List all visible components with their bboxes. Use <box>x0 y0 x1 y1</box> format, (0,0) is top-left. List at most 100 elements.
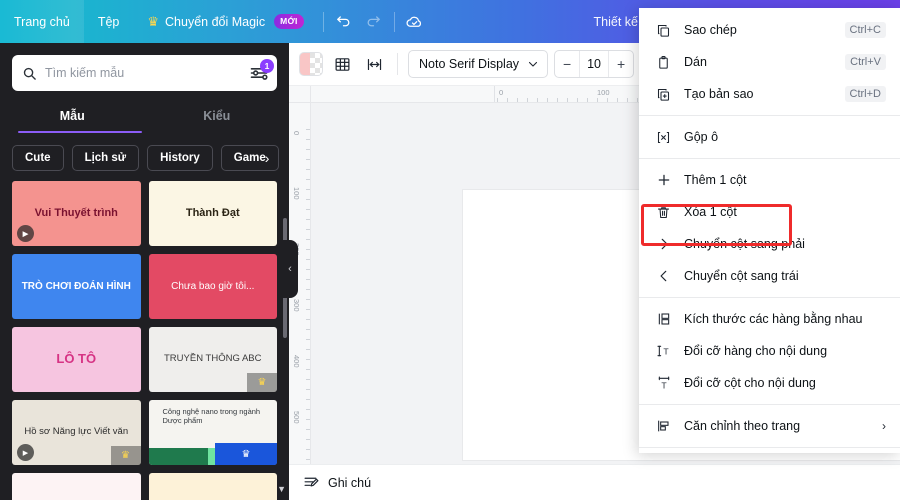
ruler-tick-label: 0 <box>292 131 301 136</box>
undo-button[interactable] <box>329 7 359 37</box>
cloud-saved-icon <box>406 16 422 27</box>
table-context-menu: Sao chép Ctrl+C Dán Ctrl+V Tạo bản sao C… <box>639 8 900 453</box>
table-grid-button[interactable] <box>329 51 355 77</box>
template-card[interactable] <box>148 473 277 500</box>
category-chips: Cute Lịch sử History Game › <box>0 133 289 181</box>
new-badge: MỚI <box>274 14 304 29</box>
ruler-tick-label: 100 <box>597 88 610 97</box>
svg-text:T: T <box>661 380 667 390</box>
notes-icon <box>304 477 319 487</box>
context-menu-label: Sao chép <box>684 23 737 37</box>
chip-cute[interactable]: Cute <box>12 145 64 171</box>
template-card[interactable]: Vui Thuyết trình ▶ <box>12 181 141 246</box>
filter-button[interactable]: 1 <box>249 59 274 83</box>
chevron-right-icon <box>655 236 672 253</box>
vertical-ruler[interactable]: 0 100 200 300 400 500 <box>289 103 311 500</box>
template-caption: LÔ TÔ <box>56 351 97 367</box>
ruler-tick-label: 0 <box>499 88 504 97</box>
fit-row-icon: T <box>655 343 672 360</box>
context-menu-item-move-column-right[interactable]: Chuyển cột sang phải <box>639 228 900 260</box>
context-menu-item-fit-column[interactable]: T Đổi cỡ cột cho nội dung <box>639 367 900 399</box>
template-caption: Chưa bao giờ tôi... <box>171 280 255 292</box>
paste-icon <box>655 54 672 71</box>
context-menu-item-move-column-left[interactable]: Chuyển cột sang trái <box>639 260 900 292</box>
crown-icon: ♛ <box>147 14 160 29</box>
chevron-right-icon[interactable]: › <box>265 150 270 166</box>
chip-lich-su[interactable]: Lịch sử <box>71 145 140 171</box>
font-size-decrease-button[interactable]: − <box>555 51 579 77</box>
context-menu-label: Đổi cỡ cột cho nội dung <box>684 376 816 390</box>
chip-history[interactable]: History <box>147 145 213 171</box>
font-family-select[interactable]: Noto Serif Display <box>408 50 549 78</box>
context-menu-item-fit-row[interactable]: T Đổi cỡ hàng cho nội dung <box>639 335 900 367</box>
context-menu-item-equal-rows[interactable]: Kích thước các hàng bằng nhau <box>639 303 900 335</box>
chip-game-label: Game <box>233 152 266 164</box>
template-card[interactable]: Thành Đạt <box>148 181 277 246</box>
sidebar-tabs: Mẫu Kiểu <box>0 103 289 133</box>
ruler-tick-label: 500 <box>292 411 301 424</box>
template-caption: Thành Đạt <box>185 207 240 220</box>
sidebar-collapse-button[interactable]: ‹ <box>282 240 298 298</box>
context-menu-item-delete-column[interactable]: Xóa 1 cột <box>639 196 900 228</box>
context-menu-divider <box>639 447 900 448</box>
context-menu-item-duplicate[interactable]: Tạo bản sao Ctrl+D <box>639 78 900 110</box>
menu-magic-switch[interactable]: ♛ Chuyển đổi Magic MỚI <box>133 0 317 43</box>
context-menu-item-merge-cells[interactable]: Gộp ô <box>639 121 900 153</box>
template-caption: Vui Thuyết trình <box>34 207 118 220</box>
crown-icon: ♛ <box>215 443 277 465</box>
search-input[interactable] <box>45 66 241 80</box>
plus-icon <box>655 172 672 189</box>
notes-label[interactable]: Ghi chú <box>328 476 371 490</box>
menu-file[interactable]: Tệp <box>84 0 134 43</box>
ruler-tick-label: 100 <box>292 187 301 200</box>
search-box[interactable]: 1 <box>12 55 277 91</box>
svg-text:T: T <box>663 346 669 356</box>
context-menu-divider <box>639 297 900 298</box>
template-card[interactable] <box>12 473 141 500</box>
cloud-saved-button[interactable] <box>400 7 430 37</box>
context-menu-item-add-column[interactable]: Thêm 1 cột <box>639 164 900 196</box>
tab-styles[interactable]: Kiểu <box>145 103 290 133</box>
font-size-value[interactable]: 10 <box>579 51 610 77</box>
menu-home[interactable]: Trang chủ <box>0 0 84 43</box>
chip-history-label: History <box>160 152 200 164</box>
caret-down-icon[interactable]: ▼ <box>277 484 286 494</box>
tab-styles-label: Kiểu <box>203 109 231 123</box>
template-card[interactable]: Chưa bao giờ tôi... <box>148 254 277 319</box>
chevron-down-icon <box>528 61 538 67</box>
template-card[interactable]: Công nghệ nano trong ngành Dược phẩm ♛ <box>148 400 277 465</box>
context-menu-label: Chuyển cột sang phải <box>684 237 805 251</box>
equal-rows-icon <box>655 311 672 328</box>
template-card[interactable]: TRUYỀN THÔNG ABC ♛ <box>148 327 277 392</box>
font-size-increase-button[interactable]: + <box>609 51 633 77</box>
menu-home-label: Trang chủ <box>14 14 70 29</box>
context-menu-label: Đổi cỡ hàng cho nội dung <box>684 344 828 358</box>
cell-color-swatch[interactable] <box>299 52 323 76</box>
canva-editor-window: Trang chủ Tệp ♛ Chuyển đổi Magic MỚI Thi… <box>0 0 900 500</box>
tab-templates[interactable]: Mẫu <box>0 103 145 133</box>
shortcut-label: Ctrl+C <box>844 22 886 38</box>
chip-game[interactable]: Game <box>220 145 279 171</box>
context-menu-item-paste[interactable]: Dán Ctrl+V <box>639 46 900 78</box>
font-size-stepper[interactable]: − 10 + <box>554 50 635 78</box>
ruler-tick-label: 300 <box>292 299 301 312</box>
context-menu-label: Kích thước các hàng bằng nhau <box>684 312 863 326</box>
context-menu-item-align-to-page[interactable]: Căn chỉnh theo trang › <box>639 410 900 442</box>
context-menu-divider <box>639 404 900 405</box>
redo-button[interactable] <box>359 7 389 37</box>
template-card[interactable]: Hồ sơ Năng lực Viết văn ▶ ♛ <box>12 400 141 465</box>
template-caption: Hồ sơ Năng lực Viết văn <box>24 426 129 438</box>
font-family-value: Noto Serif Display <box>419 57 520 71</box>
shortcut-label: Ctrl+V <box>845 54 886 70</box>
context-menu-label: Dán <box>684 55 707 69</box>
copy-icon <box>655 22 672 39</box>
column-width-button[interactable] <box>361 51 387 77</box>
template-card[interactable]: TRÒ CHƠI ĐOÁN HÌNH <box>12 254 141 319</box>
tab-active-underline <box>18 130 142 133</box>
toolbar-divider-3 <box>397 53 398 75</box>
template-card[interactable]: LÔ TÔ <box>12 327 141 392</box>
ruler-tick-label: 400 <box>292 355 301 368</box>
template-caption: TRÒ CHƠI ĐOÁN HÌNH <box>21 280 131 292</box>
ruler-corner <box>289 86 311 103</box>
context-menu-item-copy[interactable]: Sao chép Ctrl+C <box>639 14 900 46</box>
